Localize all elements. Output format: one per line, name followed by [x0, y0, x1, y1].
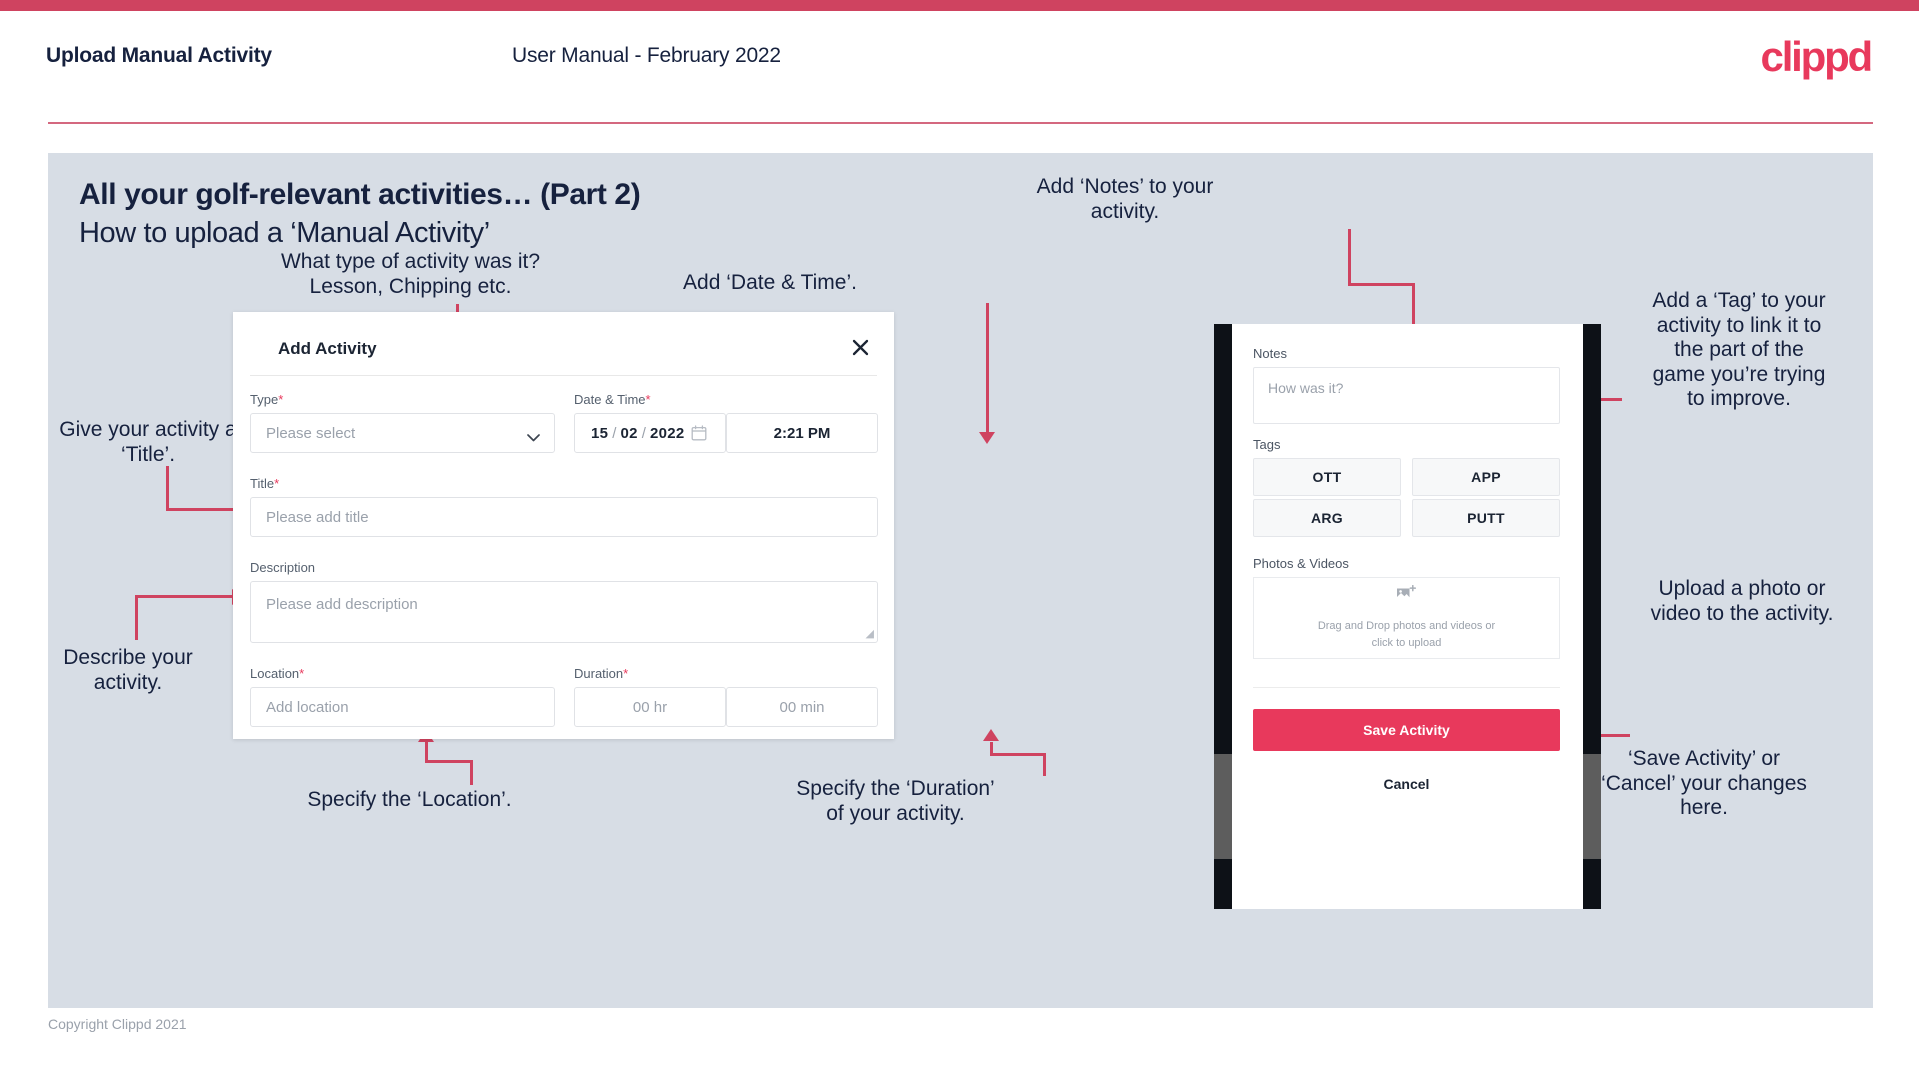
location-input[interactable]: Add location	[250, 687, 555, 727]
annotation-upload: Upload a photo or video to the activity.	[1650, 577, 1834, 625]
description-label-text: Description	[250, 560, 316, 575]
dropzone-line-1: Drag and Drop photos and videos or	[1317, 620, 1496, 632]
connector-dur-arrow	[983, 729, 999, 741]
datetime-label: Date & Time*	[574, 392, 651, 407]
clippd-logo: clippd	[1760, 33, 1874, 80]
type-required-asterisk: *	[278, 392, 284, 407]
add-activity-dialog: Add Activity Type* Please select Date & …	[233, 312, 894, 739]
type-select[interactable]: Please select	[250, 413, 555, 453]
annotation-location: Specify the ‘Location’.	[307, 788, 512, 811]
duration-label: Duration*	[574, 666, 628, 681]
time-input[interactable]: 2:21 PM	[726, 413, 878, 453]
annotation-duration: Specify the ‘Duration’ of your activity.	[796, 777, 995, 825]
header-subtitle: User Manual - February 2022	[512, 44, 781, 67]
description-placeholder: Please add description	[266, 596, 418, 613]
duration-hours-input[interactable]: 00 hr	[574, 687, 726, 727]
connector-title-h	[166, 508, 236, 511]
page-title: Upload Manual Activity	[46, 44, 272, 67]
title-label: Title*	[250, 476, 279, 491]
chevron-down-icon	[527, 429, 540, 442]
type-label: Type*	[250, 392, 283, 407]
connector-dur-h	[990, 753, 1046, 756]
duration-hours-placeholder: 00 hr	[632, 698, 668, 716]
slide-subtitle: How to upload a ‘Manual Activity’	[79, 217, 490, 249]
description-label: Description	[250, 560, 315, 575]
duration-minutes-input[interactable]: 00 min	[726, 687, 878, 727]
date-input[interactable]: 15 / 02 / 2022	[574, 413, 726, 453]
cancel-button[interactable]: Cancel	[1253, 769, 1560, 799]
save-activity-button[interactable]: Save Activity	[1253, 709, 1560, 751]
connector-desc-v	[135, 595, 138, 640]
tag-button-ott[interactable]: OTT	[1253, 458, 1401, 496]
calendar-icon[interactable]	[691, 425, 707, 441]
tag-button-app[interactable]: APP	[1412, 458, 1560, 496]
duration-label-text: Duration	[574, 666, 624, 681]
date-separator-2: /	[641, 424, 646, 442]
slide-title: All your golf-relevant activities… (Part…	[79, 178, 641, 211]
title-placeholder: Please add title	[266, 508, 369, 526]
connector-loc-h	[425, 760, 473, 763]
dropzone-text: Drag and Drop photos and videos or click…	[1318, 618, 1495, 651]
phone-mockup: Notes How was it? Tags OTT APP ARG PUTT …	[1214, 324, 1601, 909]
datetime-label-text: Date & Time	[574, 392, 646, 407]
dialog-title: Add Activity	[278, 339, 377, 358]
connector-loc-v1	[470, 760, 473, 785]
description-textarea[interactable]: Please add description ◢	[250, 581, 878, 643]
add-image-icon	[1396, 584, 1417, 609]
title-required-asterisk: *	[274, 476, 280, 491]
location-label: Location*	[250, 666, 304, 681]
phone-divider	[1253, 687, 1560, 688]
close-icon[interactable]	[847, 334, 873, 360]
datetime-required-asterisk: *	[645, 392, 651, 407]
title-input[interactable]: Please add title	[250, 497, 878, 537]
annotation-type: What type of activity was it? Lesson, Ch…	[280, 250, 541, 298]
location-label-text: Location	[250, 666, 300, 681]
title-label-text: Title	[250, 476, 275, 491]
date-year: 2022	[649, 424, 685, 442]
connector-notes-v1	[1348, 229, 1351, 285]
connector-dur-v1	[1043, 753, 1046, 776]
notes-placeholder: How was it?	[1268, 380, 1344, 396]
tag-button-arg[interactable]: ARG	[1253, 499, 1401, 537]
top-accent-bar	[0, 0, 1919, 11]
date-month: 02	[620, 424, 638, 442]
connector-loc-v2	[425, 742, 428, 762]
annotation-tag: Add a ‘Tag’ to your activity to link it …	[1652, 289, 1826, 411]
resize-grip-icon[interactable]: ◢	[866, 627, 874, 640]
phone-side-button-left	[1214, 754, 1232, 859]
location-placeholder: Add location	[266, 698, 349, 716]
footer-copyright: Copyright Clippd 2021	[48, 1016, 187, 1032]
photos-label: Photos & Videos	[1253, 556, 1349, 571]
connector-dur-v2	[990, 742, 993, 756]
notes-label: Notes	[1253, 346, 1287, 361]
annotation-description: Describe your activity.	[63, 646, 193, 694]
connector-desc-h	[135, 595, 235, 598]
header-divider	[48, 122, 1873, 124]
connector-title-v	[166, 466, 169, 510]
connector-notes-h	[1348, 283, 1415, 286]
annotation-title: Give your activity a ‘Title’.	[59, 418, 237, 466]
slide-page: Upload Manual Activity User Manual - Feb…	[0, 0, 1919, 1079]
time-value: 2:21 PM	[773, 424, 831, 442]
location-required-asterisk: *	[299, 666, 305, 681]
type-label-text: Type	[250, 392, 279, 407]
date-day: 15	[591, 424, 609, 442]
notes-textarea[interactable]: How was it?	[1253, 367, 1560, 424]
duration-minutes-placeholder: 00 min	[779, 698, 825, 716]
annotation-date-time: Add ‘Date & Time’.	[683, 271, 857, 294]
duration-required-asterisk: *	[623, 666, 629, 681]
connector-datetime-v	[986, 303, 989, 435]
dropzone-line-2: click to upload	[1371, 636, 1442, 649]
phone-side-button-right	[1583, 754, 1601, 859]
photo-dropzone[interactable]: Drag and Drop photos and videos or click…	[1253, 577, 1560, 659]
type-placeholder: Please select	[266, 424, 356, 442]
connector-datetime-arrow	[979, 432, 995, 444]
annotation-save-cancel: ‘Save Activity’ or ‘Cancel’ your changes…	[1601, 747, 1807, 820]
phone-screen: Notes How was it? Tags OTT APP ARG PUTT …	[1232, 324, 1583, 909]
date-separator-1: /	[612, 424, 617, 442]
tags-label: Tags	[1253, 437, 1281, 452]
annotation-notes: Add ‘Notes’ to your activity.	[1036, 175, 1214, 223]
tag-button-putt[interactable]: PUTT	[1412, 499, 1560, 537]
dialog-divider	[250, 375, 877, 376]
